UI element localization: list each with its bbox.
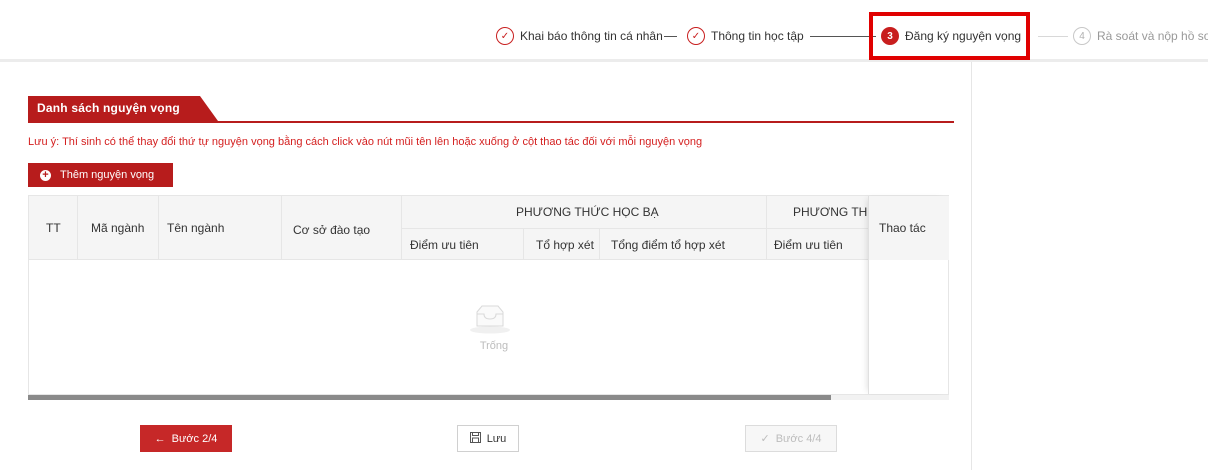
col-tt: TT — [46, 221, 61, 235]
fixed-action-column: Thao tác — [868, 196, 949, 394]
col-to-hop-xet: Tổ hợp xét — [536, 238, 594, 252]
next-step-label: Bước 4/4 — [775, 432, 822, 445]
step-review-submit[interactable]: 4 Rà soát và nộp hồ sơ — [1073, 10, 1208, 62]
check-circle-icon: ✓ — [687, 27, 705, 45]
check-icon: ✓ — [760, 433, 770, 445]
table-header: TT Mã ngành Tên ngành Cơ sở đào tạo PHƯƠ… — [29, 196, 948, 260]
add-wish-label: Thêm nguyện vọng — [60, 169, 155, 181]
step-label: Rà soát và nộp hồ sơ — [1097, 29, 1208, 43]
column-divider — [158, 196, 159, 260]
highlight-box — [869, 12, 1030, 60]
save-label: Lưu — [486, 432, 507, 445]
step-connector — [1038, 36, 1068, 37]
check-circle-icon: ✓ — [496, 27, 514, 45]
column-divider — [523, 228, 524, 260]
col-diem-uu-tien-2: Điểm ưu tiên — [774, 238, 843, 252]
col-group-hoc-ba: PHƯƠNG THỨC HỌC BẠ — [516, 205, 659, 219]
col-group-2: PHƯƠNG THỨ — [793, 205, 868, 219]
page: ✓ Khai báo thông tin cá nhân ✓ Thông tin… — [0, 0, 1208, 470]
header-divider — [401, 228, 868, 229]
section-header: Danh sách nguyện vọng — [28, 96, 954, 123]
col-diem-uu-tien: Điểm ưu tiên — [410, 238, 479, 252]
step-personal-info[interactable]: ✓ Khai báo thông tin cá nhân — [496, 10, 663, 62]
step-number-icon: 4 — [1073, 27, 1091, 45]
col-tong-diem: Tổng điểm tổ hợp xét — [611, 238, 725, 252]
empty-inbox-icon — [470, 305, 510, 334]
column-divider — [77, 196, 78, 260]
col-co-so-dao-tao: Cơ sở đào tạo — [293, 223, 371, 237]
step-study-info[interactable]: ✓ Thông tin học tập — [687, 10, 804, 62]
next-step-button[interactable]: ✓ Bước 4/4 — [745, 425, 837, 452]
plus-circle-icon: + — [40, 169, 51, 181]
add-wish-button[interactable]: + Thêm nguyện vọng — [28, 163, 173, 187]
instruction-note: Lưu ý: Thí sinh có thể thay đổi thứ tự n… — [28, 136, 703, 148]
empty-text: Trống — [479, 340, 509, 352]
col-thao-tac: Thao tác — [879, 221, 926, 235]
step-connector — [664, 36, 677, 37]
step-label: Khai báo thông tin cá nhân — [520, 29, 663, 43]
main-panel: Danh sách nguyện vọng Lưu ý: Thí sinh có… — [6, 62, 972, 470]
previous-step-label: Bước 2/4 — [171, 432, 218, 445]
previous-step-button[interactable]: ← Bước 2/4 — [140, 425, 232, 452]
action-header-cell: Thao tác — [869, 196, 949, 260]
step-connector — [810, 36, 876, 37]
arrow-left-icon: ← — [154, 432, 166, 445]
column-divider — [599, 228, 600, 260]
section-title: Danh sách nguyện vọng — [28, 96, 218, 121]
horizontal-scrollbar[interactable] — [28, 395, 949, 400]
save-icon — [469, 431, 481, 446]
col-ten-nganh: Tên ngành — [167, 221, 225, 235]
step-label: Thông tin học tập — [711, 29, 804, 43]
save-button[interactable]: Lưu — [457, 425, 519, 452]
col-ma-nganh: Mã ngành — [91, 221, 145, 235]
scrollbar-thumb[interactable] — [28, 395, 831, 400]
empty-state: Trống — [29, 260, 868, 394]
column-divider — [281, 196, 282, 260]
wishes-table: TT Mã ngành Tên ngành Cơ sở đào tạo PHƯƠ… — [28, 195, 949, 395]
